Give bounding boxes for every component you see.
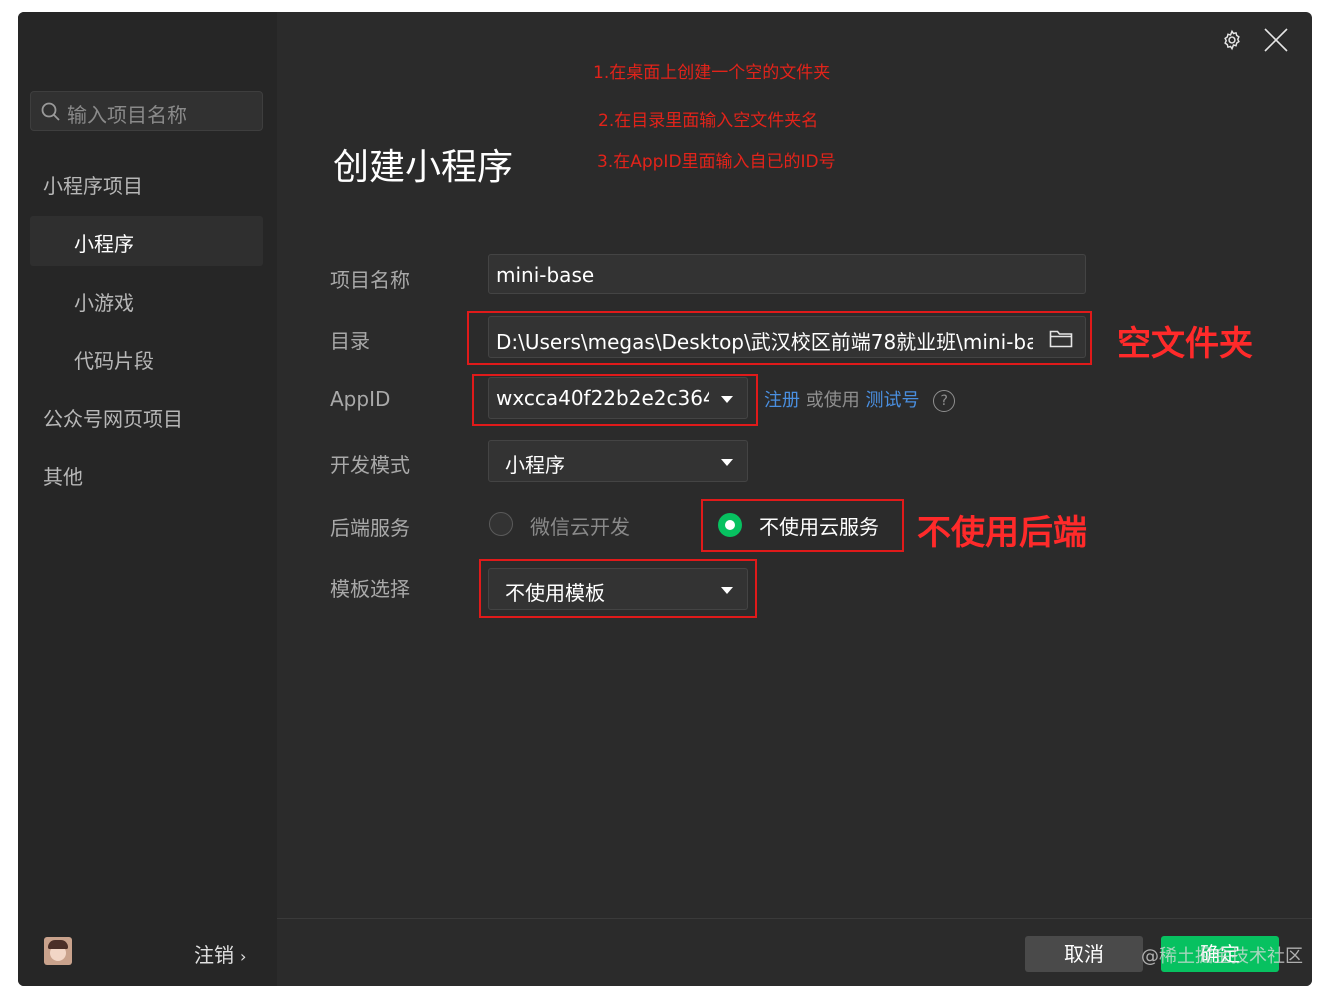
sidebar-item-miniprogram[interactable]: 小程序 — [30, 216, 263, 266]
annotation-empty-folder: 空文件夹 — [1117, 324, 1253, 364]
watermark: @稀土掘金技术社区 — [1141, 946, 1303, 967]
help-icon[interactable]: ? — [933, 390, 956, 412]
sidebar-section-miniprogram[interactable]: 小程序项目 — [43, 170, 143, 199]
annotation-box-backend — [701, 499, 904, 552]
sidebar-section-other[interactable]: 其他 — [43, 461, 83, 490]
annotation-box-directory — [467, 311, 1092, 365]
sidebar-item-minigame[interactable]: 小游戏 — [74, 287, 134, 316]
annotation-box-appid — [472, 374, 758, 426]
project-name-value: mini-base — [496, 263, 595, 287]
directory-label: 目录 — [330, 329, 370, 353]
chevron-right-icon: › — [240, 947, 247, 966]
page-title: 创建小程序 — [333, 147, 514, 188]
search-icon — [41, 102, 60, 121]
cancel-button[interactable]: 取消 — [1025, 936, 1143, 972]
settings-gear-icon[interactable] — [1221, 29, 1243, 51]
annotation-box-template — [479, 559, 757, 618]
create-miniprogram-window: 输入项目名称 小程序项目 小程序 小游戏 代码片段 公众号网页项目 其他 注销 ›… — [18, 12, 1312, 986]
backend-label: 后端服务 — [330, 516, 410, 540]
dev-mode-value: 小程序 — [505, 453, 565, 477]
template-label: 模板选择 — [330, 577, 410, 601]
sidebar-section-official-account[interactable]: 公众号网页项目 — [43, 403, 183, 432]
radio-wechat-cloud[interactable] — [489, 512, 513, 536]
radio-wechat-cloud-label[interactable]: 微信云开发 — [530, 511, 630, 540]
register-link[interactable]: 注册 — [764, 390, 800, 411]
avatar[interactable] — [44, 937, 72, 965]
project-name-label: 项目名称 — [330, 268, 410, 292]
project-name-input[interactable]: mini-base — [488, 254, 1086, 294]
or-use-text: 或使用 — [805, 390, 860, 411]
dev-mode-select[interactable]: 小程序 — [488, 440, 748, 482]
main-panel: 创建小程序 1.在桌面上创建一个空的文件夹 2.在目录里面输入空文件夹名 3.在… — [277, 12, 1312, 986]
search-input[interactable]: 输入项目名称 — [67, 99, 187, 128]
logout-label: 注销 — [194, 943, 234, 967]
close-icon[interactable] — [1262, 26, 1290, 54]
search-box[interactable]: 输入项目名称 — [30, 91, 263, 131]
sidebar: 输入项目名称 小程序项目 小程序 小游戏 代码片段 公众号网页项目 其他 注销 › — [18, 12, 277, 986]
caret-down-icon — [721, 459, 733, 466]
annotation-step-1: 1.在桌面上创建一个空的文件夹 — [593, 63, 831, 83]
annotation-step-3: 3.在AppID里面输入自已的ID号 — [597, 152, 836, 172]
dev-mode-label: 开发模式 — [330, 453, 410, 477]
sidebar-item-label: 小程序 — [74, 232, 134, 256]
sidebar-item-code-snippet[interactable]: 代码片段 — [74, 345, 154, 374]
appid-extra: 注册 或使用 测试号 ? — [764, 386, 956, 412]
logout-button[interactable]: 注销 › — [194, 939, 246, 968]
annotation-step-2: 2.在目录里面输入空文件夹名 — [598, 111, 819, 131]
test-account-link[interactable]: 测试号 — [865, 390, 919, 411]
annotation-no-backend: 不使用后端 — [917, 513, 1087, 553]
appid-label: AppID — [330, 387, 391, 411]
